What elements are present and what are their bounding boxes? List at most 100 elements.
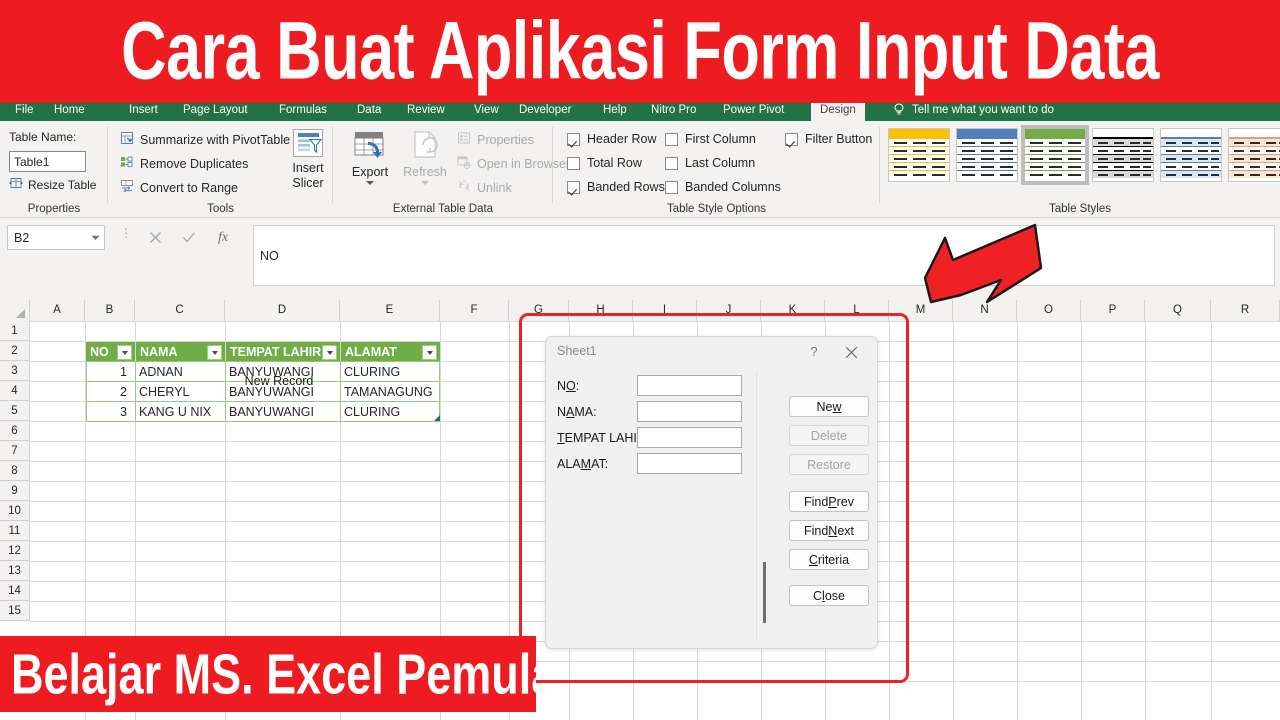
table-cell[interactable]: CLURING [344,362,439,381]
table-style-thumb[interactable] [1160,128,1222,182]
export-button[interactable]: Export [344,129,396,185]
checkbox-header-row[interactable]: Header Row [567,132,656,146]
row-header[interactable]: 4 [0,381,30,401]
table-styles-gallery[interactable] [888,125,1280,185]
ribbon-group-tools-label: Tools [207,203,234,215]
column-header-i[interactable]: I [633,300,697,321]
column-header-h[interactable]: H [569,300,633,321]
table-cell[interactable]: CHERYL [139,382,224,401]
chevron-down-icon[interactable] [86,235,104,241]
table-style-thumb-selected[interactable] [1021,125,1089,185]
table-style-thumb[interactable] [888,128,950,182]
row-header[interactable]: 7 [0,441,30,461]
dialog-titlebar[interactable]: Sheet1 ? [546,337,877,367]
cancel-icon[interactable] [138,225,172,250]
insert-slicer-button[interactable]: Insert Slicer [286,129,330,191]
field-input-tempat-lahir[interactable] [637,427,742,448]
table-style-thumb[interactable] [1092,128,1154,182]
row-header[interactable]: 14 [0,581,30,601]
filter-dropdown-icon[interactable] [117,345,132,360]
column-header-e[interactable]: E [340,300,440,321]
row-header[interactable]: 11 [0,521,30,541]
table-cell[interactable]: 2 [86,382,131,401]
find-next-button[interactable]: Find Next [789,520,869,541]
column-header-g[interactable]: G [509,300,569,321]
checkbox-first-column[interactable]: First Column [665,132,756,146]
remove-duplicates-icon [120,155,134,172]
column-header-p[interactable]: P [1081,300,1145,321]
table-cell[interactable]: ADNAN [139,362,224,381]
criteria-button[interactable]: Criteria [789,549,869,570]
checkbox-banded-columns[interactable]: Banded Columns [665,180,781,194]
checkbox-last-column[interactable]: Last Column [665,156,755,170]
remove-duplicates-button[interactable]: Remove Duplicates [120,155,248,172]
ribbon-group-external-table-data: Export Refresh Properties Open in Browse… [333,121,570,218]
checkbox-filter-button[interactable]: Filter Button [785,132,872,146]
convert-to-range-label: Convert to Range [140,180,238,195]
fx-icon[interactable]: fx [206,225,240,250]
column-header-l[interactable]: L [825,300,889,321]
resize-table-button[interactable]: Resize Table [9,176,96,193]
table-cell[interactable]: 1 [86,362,131,381]
bottom-banner-text: Belajar MS. Excel Pemula [11,641,536,707]
field-input-no[interactable] [637,375,742,396]
record-scrollbar[interactable] [758,373,771,641]
checkbox-total-row[interactable]: Total Row [567,156,642,170]
table-style-thumb[interactable] [956,128,1018,182]
table-cell[interactable]: TAMANAGUNG [344,382,443,401]
column-headers: A B C D E F G H I J K L M N O P Q R [0,300,1280,321]
row-header[interactable]: 12 [0,541,30,561]
enter-icon[interactable] [172,225,206,250]
filter-dropdown-icon[interactable] [207,345,222,360]
row-header[interactable]: 10 [0,501,30,521]
row-header[interactable]: 1 [0,321,30,341]
table-resize-handle[interactable] [434,415,440,421]
formula-bar-separator: ⋮ [120,226,132,240]
column-header-c[interactable]: C [135,300,225,321]
column-header-q[interactable]: Q [1145,300,1211,321]
row-header[interactable]: 6 [0,421,30,441]
checkbox-banded-rows[interactable]: Banded Rows [567,180,665,194]
table-style-thumb[interactable] [1228,128,1280,182]
find-prev-button[interactable]: Find Prev [789,491,869,512]
column-header-j[interactable]: J [697,300,761,321]
field-input-nama[interactable] [637,401,742,422]
row-header[interactable]: 2 [0,341,30,361]
table-cell[interactable]: 3 [86,402,131,421]
row-header[interactable]: 13 [0,561,30,581]
column-header-b[interactable]: B [85,300,135,321]
column-header-d[interactable]: D [225,300,340,321]
table-cell[interactable]: BANYUWANGI [229,402,339,421]
table-cell[interactable]: CLURING [344,402,439,421]
row-header[interactable]: 9 [0,481,30,501]
name-box[interactable]: B2 [7,225,105,250]
help-icon[interactable]: ? [804,341,824,361]
filter-dropdown-icon[interactable] [422,345,437,360]
row-header[interactable]: 5 [0,401,30,421]
close-button[interactable]: Cl ose [789,585,869,606]
lightbulb-icon [893,103,905,117]
column-header-a[interactable]: A [30,300,85,321]
summarize-with-pivottable-button[interactable]: Summarize with PivotTable [120,131,290,148]
select-all-corner[interactable] [0,300,30,321]
unlink-label: Unlink [477,180,512,195]
table-cell[interactable]: KANG U NIX [139,402,224,421]
slicer-icon [293,129,323,157]
checkbox-box [567,180,580,194]
row-header[interactable]: 8 [0,461,30,481]
field-label-nama: NAMA: [557,405,597,419]
new-button[interactable]: Ne w [789,396,869,417]
table-name-input[interactable] [9,151,86,172]
close-icon[interactable] [840,341,862,363]
column-header-r[interactable]: R [1211,300,1280,321]
column-header-f[interactable]: F [440,300,509,321]
column-header-k[interactable]: K [761,300,825,321]
scrollbar-thumb[interactable] [763,562,766,623]
field-input-alamat[interactable] [637,453,742,474]
export-dropdown-caret[interactable] [366,181,374,185]
row-header[interactable]: 15 [0,601,30,621]
filter-dropdown-icon[interactable] [322,345,337,360]
row-header[interactable]: 3 [0,361,30,381]
convert-to-range-button[interactable]: Convert to Range [120,179,238,196]
formula-input[interactable] [253,225,1275,286]
